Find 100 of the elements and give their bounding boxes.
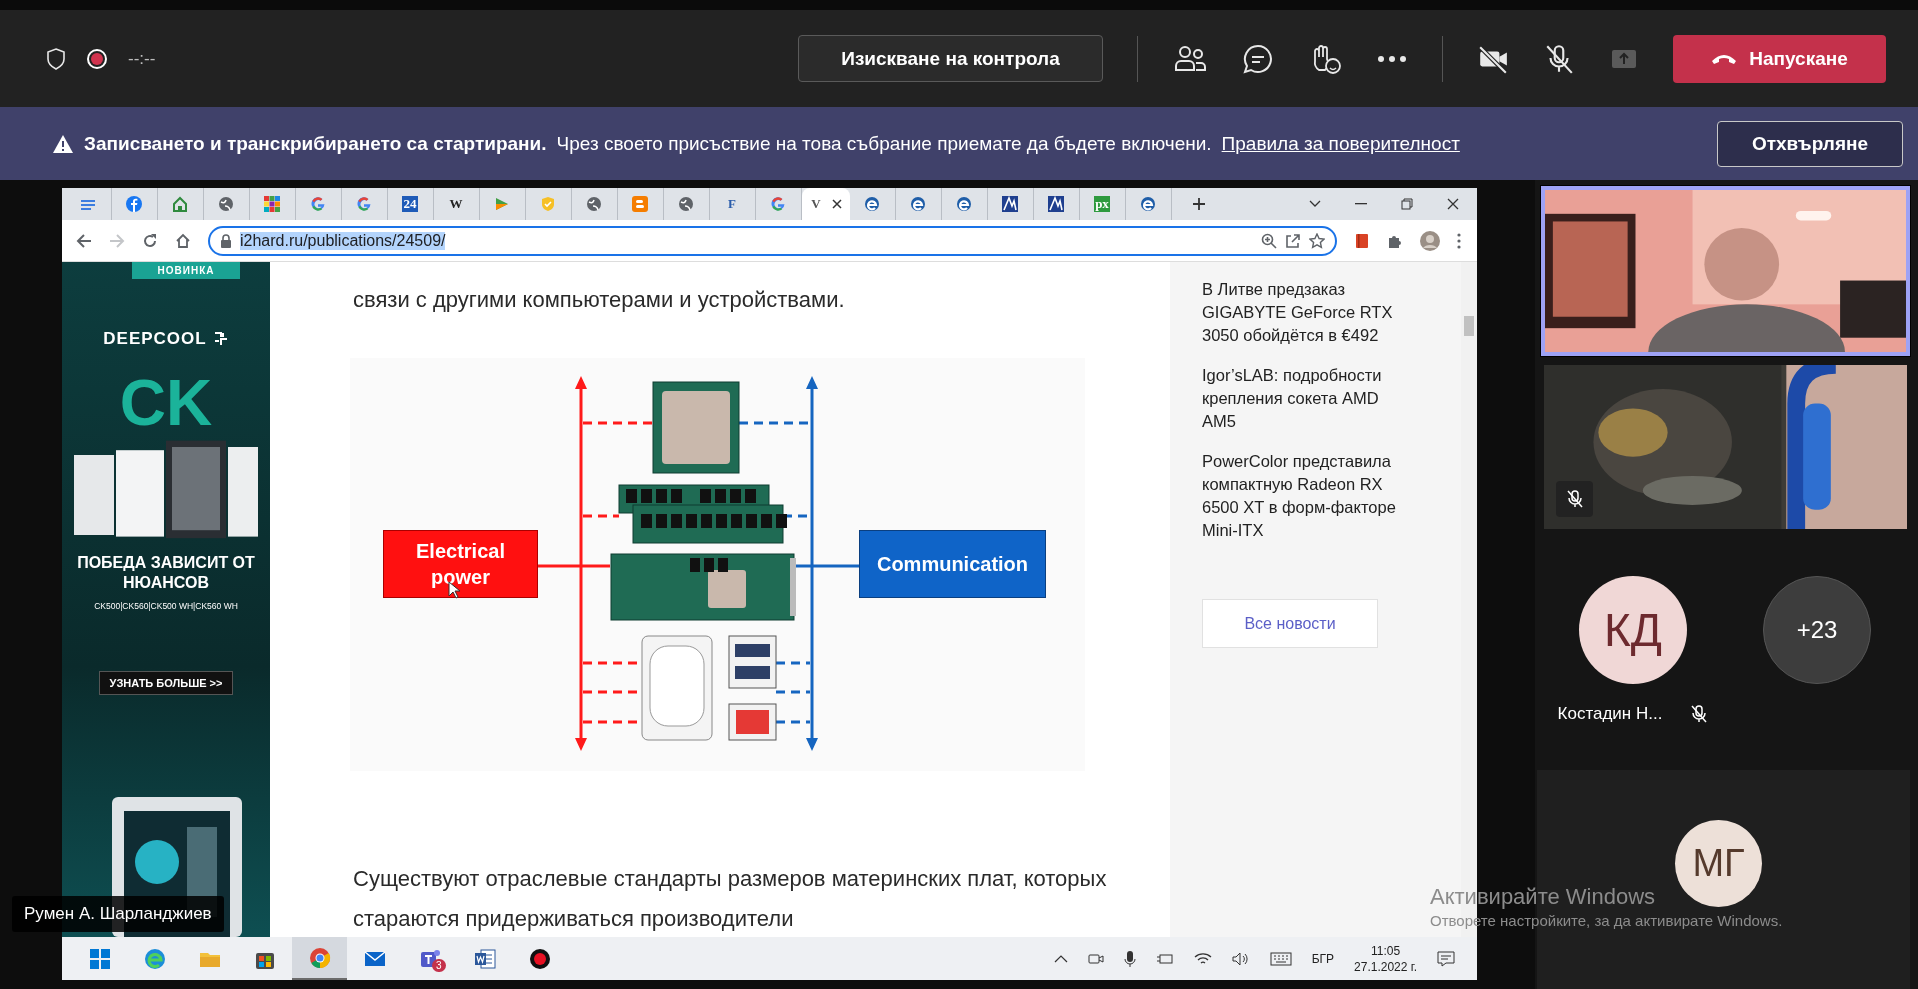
connector-line (583, 421, 653, 425)
back-icon[interactable] (76, 232, 92, 249)
star-icon[interactable] (1309, 232, 1325, 249)
google-icon (770, 196, 786, 212)
new-label: НОВИНКА (131, 262, 241, 279)
electrical-power-node: Electrical power (383, 530, 538, 598)
browser-tab[interactable]: V (802, 188, 850, 220)
all-news-button[interactable]: Все новости (1202, 599, 1378, 648)
site-icon: 24 (402, 196, 418, 212)
home-icon[interactable] (175, 232, 191, 249)
avatar[interactable]: КД (1579, 576, 1687, 684)
wifi-icon[interactable] (1193, 951, 1212, 966)
url-text: i2hard.ru/publications/24509/ (240, 231, 446, 250)
article-paragraph: связи с другими компьютерами и устройствами. (353, 286, 846, 314)
banner-message: Чрез своето присъствие на това събрание приемате да бъдете включени. (556, 132, 1212, 155)
facebook-icon (126, 196, 142, 212)
site-icon: V (808, 196, 824, 212)
close-icon[interactable] (832, 199, 842, 209)
news-link[interactable]: Igor’sLAB: подробности крепления сокета AMD AM5 (1202, 364, 1402, 433)
google-icon (310, 196, 326, 212)
connector-line (583, 514, 619, 518)
site-icon: px (1094, 196, 1110, 212)
site-icon: F (724, 196, 740, 212)
menu-icon[interactable] (1457, 232, 1461, 249)
ethernet-port-drawing (728, 703, 777, 741)
more-participants-button[interactable]: +23 (1763, 576, 1871, 684)
browser-tab[interactable]: px (1080, 188, 1126, 220)
grid-icon (264, 196, 280, 212)
share-icon[interactable] (1285, 232, 1301, 249)
dismiss-button[interactable]: Отхвърляне (1717, 120, 1903, 167)
leave-button[interactable]: Напускане (1673, 34, 1886, 83)
connector-line (776, 690, 810, 694)
browser-tab[interactable]: W (434, 188, 480, 220)
new-tab-icon[interactable] (1192, 197, 1206, 211)
chat-icon[interactable] (1242, 42, 1274, 75)
participant-name: Костадин Н... (1557, 704, 1663, 724)
globe-icon (678, 196, 694, 212)
logo-icon (1048, 196, 1064, 212)
edge-icon (1140, 196, 1156, 212)
microphone-icon[interactable] (1123, 949, 1136, 968)
home-icon (172, 196, 188, 212)
ad-models: CK500|CK560|CK500 WH|CK560 WH (94, 601, 238, 611)
book-icon[interactable] (1354, 232, 1370, 249)
battery-plug-icon[interactable] (1155, 951, 1174, 966)
news-link[interactable]: В Литве предзаказ GIGABYTE GeForce RTX 3050 обойдётся в €492 (1202, 278, 1402, 347)
chevron-up-icon[interactable] (1053, 954, 1068, 963)
communication-node: Communication (859, 530, 1046, 598)
connector-line (776, 720, 810, 724)
notification-icon[interactable] (1437, 950, 1455, 967)
chevron-down-icon[interactable] (1309, 200, 1321, 208)
privacy-link[interactable]: Правила за поверителност (1221, 132, 1460, 155)
connector-line (795, 564, 859, 568)
ad-headline: ПОБЕДА ЗАВИСИТ ОТ НЮАНСОВ (76, 553, 256, 593)
ad-big-letters: CK (119, 371, 213, 435)
logo-icon (1002, 196, 1018, 212)
address-field[interactable]: i2hard.ru/publications/24509/ (208, 225, 1337, 256)
edge-icon (142, 946, 167, 971)
zoom-icon[interactable] (1261, 232, 1277, 249)
browser-tab[interactable]: 24 (388, 188, 434, 220)
windows-logo-icon (87, 946, 112, 971)
site-icon: W (448, 196, 464, 212)
record-icon (527, 946, 552, 971)
profile-avatar-icon[interactable] (1420, 230, 1440, 251)
restore-icon[interactable] (1401, 198, 1413, 210)
browser-tab[interactable]: F (710, 188, 756, 220)
connector-line (739, 421, 810, 425)
connector-line (776, 661, 810, 665)
meeting-timer: --:-- (128, 48, 156, 69)
more-icon[interactable] (1376, 54, 1408, 63)
shield-icon (46, 47, 66, 70)
clock-date: 27.1.2022 г. (1354, 959, 1417, 974)
word-icon (472, 946, 497, 971)
edge-icon (910, 196, 926, 212)
taskbar-app[interactable]: 3 (402, 937, 457, 980)
article-paragraph: Существуют отраслевые стандарты размеров материнских плат, которых стараются придерживаться производители (353, 865, 1108, 933)
lock-icon (220, 233, 232, 248)
minimize-icon[interactable] (1355, 203, 1367, 205)
brand-name: DEEPCOOL (103, 329, 207, 349)
globe-icon (586, 196, 602, 212)
banner-title: Записването и транскрибирането са стартирани. (84, 132, 547, 155)
google-icon (356, 196, 372, 212)
clock[interactable]: 11:05 27.1.2022 г. (1354, 943, 1417, 974)
close-icon[interactable] (1447, 198, 1459, 210)
request-control-button[interactable]: Изискване на контрола (798, 35, 1103, 82)
edge-icon (956, 196, 972, 212)
avatar[interactable]: МГ (1675, 820, 1762, 907)
news-link[interactable]: PowerColor представила компактную Radeon RX 6500 XT в форм-факторе Mini-ITX (1202, 450, 1402, 542)
connector-line (538, 564, 610, 568)
usb-ports-drawing (728, 635, 777, 689)
reload-icon[interactable] (142, 232, 158, 249)
learn-more-button[interactable]: УЗНАТЬ БОЛЬШЕ >> (98, 671, 234, 695)
warning-icon (52, 133, 74, 154)
language-indicator[interactable]: БГР (1311, 951, 1335, 966)
presenter-name: Румен А. Шарланджиев (12, 896, 224, 932)
blogger-icon (632, 196, 648, 212)
flag-icon (494, 196, 510, 212)
speaker-icon[interactable] (1231, 951, 1250, 966)
edge-icon (864, 196, 880, 212)
brand-mark-icon (212, 331, 229, 347)
keyboard-icon[interactable] (1269, 951, 1292, 966)
